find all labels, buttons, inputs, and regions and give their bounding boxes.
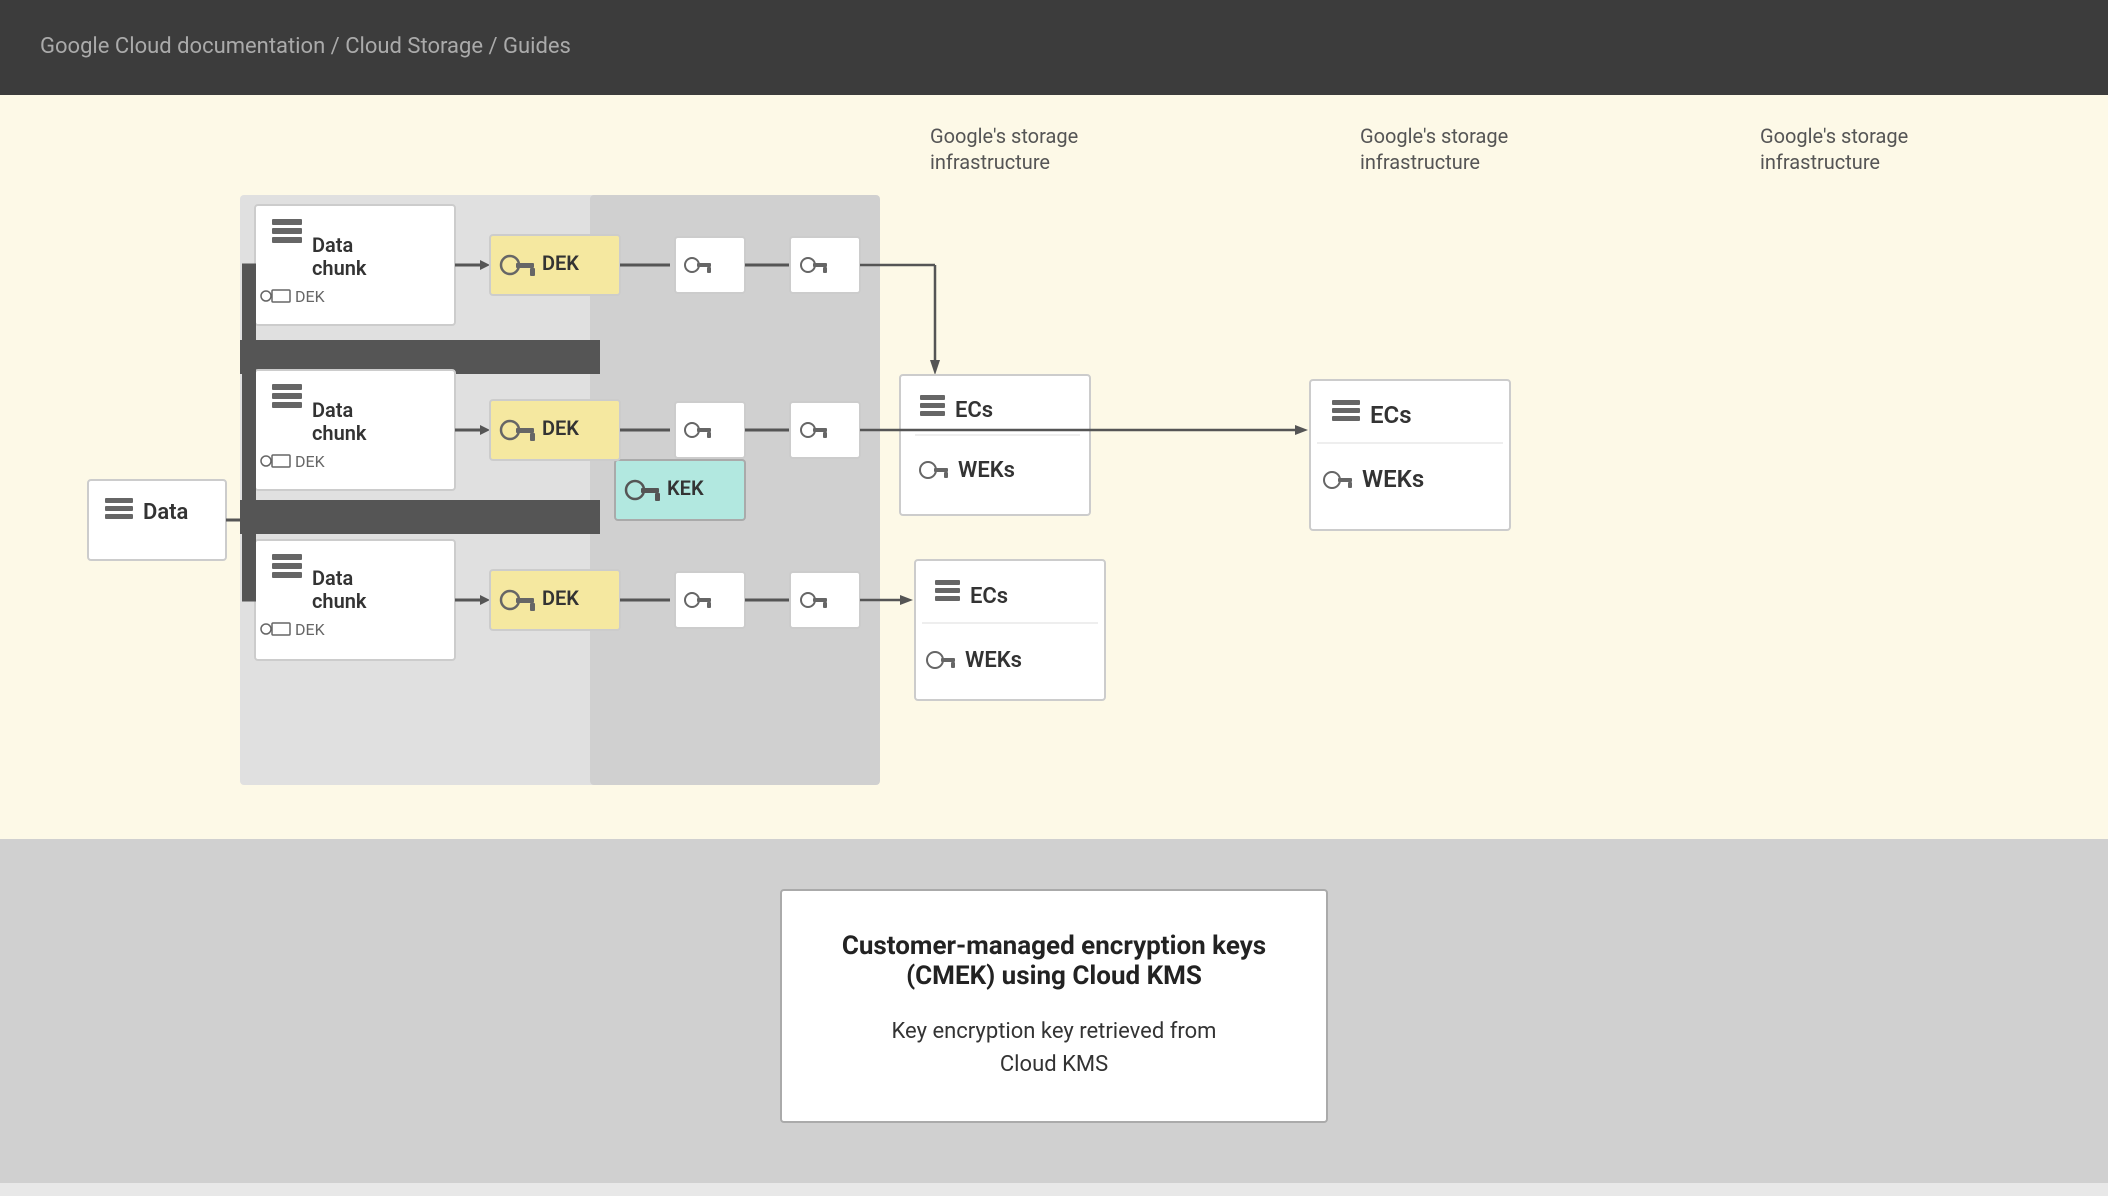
chunk-dek-label-3: DEK bbox=[295, 620, 326, 639]
ecs-bot: ECs bbox=[970, 584, 1008, 609]
bottom-area: Customer-managed encryption keys(CMEK) u… bbox=[0, 839, 2108, 1183]
diagram-svg: Data chunk DEK DEK KEK bbox=[60, 185, 2060, 805]
data-label: Data bbox=[143, 500, 188, 525]
infra-label-3: Google's storageinfrastructure bbox=[1760, 123, 2020, 175]
chunk-title-1: Data bbox=[312, 233, 353, 257]
chunk-title-2b: chunk bbox=[312, 421, 367, 445]
vertical-connector bbox=[242, 265, 256, 600]
dek-label-2: DEK bbox=[542, 416, 579, 440]
legend-title: Customer-managed encryption keys(CMEK) u… bbox=[842, 931, 1266, 991]
infra-labels: Google's storageinfrastructure Google's … bbox=[930, 123, 2020, 175]
top-bar: Google Cloud documentation / Cloud Stora… bbox=[0, 0, 2108, 95]
weks-top: WEKs bbox=[958, 458, 1015, 483]
chunk-title-1b: chunk bbox=[312, 256, 367, 280]
chunk-dek-label-2: DEK bbox=[295, 452, 326, 471]
infra-label-2: Google's storageinfrastructure bbox=[1360, 123, 1640, 175]
dek-label-3: DEK bbox=[542, 586, 579, 610]
band-top bbox=[240, 340, 600, 374]
legend-box: Customer-managed encryption keys(CMEK) u… bbox=[780, 889, 1328, 1123]
top-bar-text: Google Cloud documentation / Cloud Stora… bbox=[40, 32, 571, 63]
chunk-title-3b: chunk bbox=[312, 589, 367, 613]
band-bot bbox=[240, 500, 600, 534]
kek-label: KEK bbox=[667, 476, 704, 500]
ecs-top: ECs bbox=[955, 398, 993, 423]
weks-bot: WEKs bbox=[965, 648, 1022, 673]
chunk-dek-label-1: DEK bbox=[295, 287, 326, 306]
ecs-mid: ECs bbox=[1370, 401, 1412, 429]
main-area: Google's storageinfrastructure Google's … bbox=[0, 95, 2108, 839]
weks-mid: WEKs bbox=[1362, 465, 1424, 493]
infra-label-1: Google's storageinfrastructure bbox=[930, 123, 1190, 175]
legend-description: Key encryption key retrieved fromCloud K… bbox=[842, 1015, 1266, 1081]
chunk-title-2: Data bbox=[312, 398, 353, 422]
chunk-title-3: Data bbox=[312, 566, 353, 590]
dek-label-1: DEK bbox=[542, 251, 579, 275]
